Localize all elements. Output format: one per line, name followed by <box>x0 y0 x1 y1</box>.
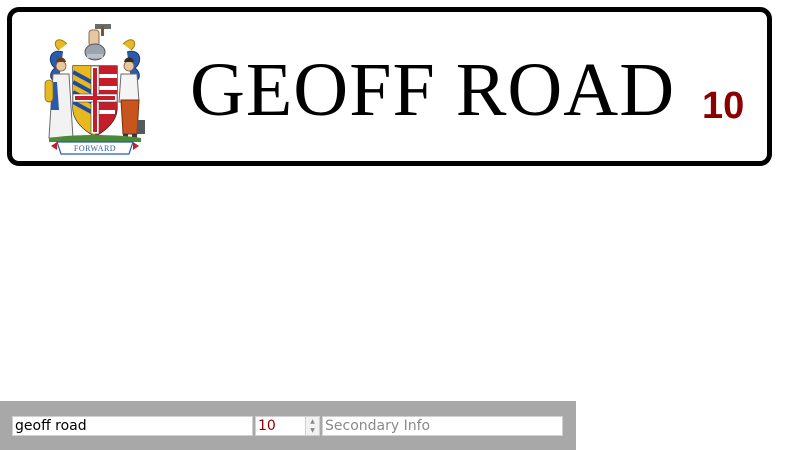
house-number-text: 10 <box>702 85 745 127</box>
coat-of-arms-icon: FORWARD <box>44 24 145 155</box>
secondary-info-input[interactable] <box>322 416 563 436</box>
street-name-input[interactable] <box>12 416 253 436</box>
house-number-stepper[interactable]: ▲ ▼ <box>255 416 320 436</box>
decrement-arrow-icon[interactable]: ▼ <box>306 426 319 435</box>
house-number-input[interactable] <box>256 417 308 435</box>
street-sign: FORWARD GEOFF ROAD 10 <box>7 7 772 166</box>
svg-text:FORWARD: FORWARD <box>74 144 116 153</box>
input-toolbar: ▲ ▼ <box>0 401 576 450</box>
street-name-text: GEOFF ROAD <box>190 48 676 132</box>
stepper-buttons: ▲ ▼ <box>305 417 319 435</box>
